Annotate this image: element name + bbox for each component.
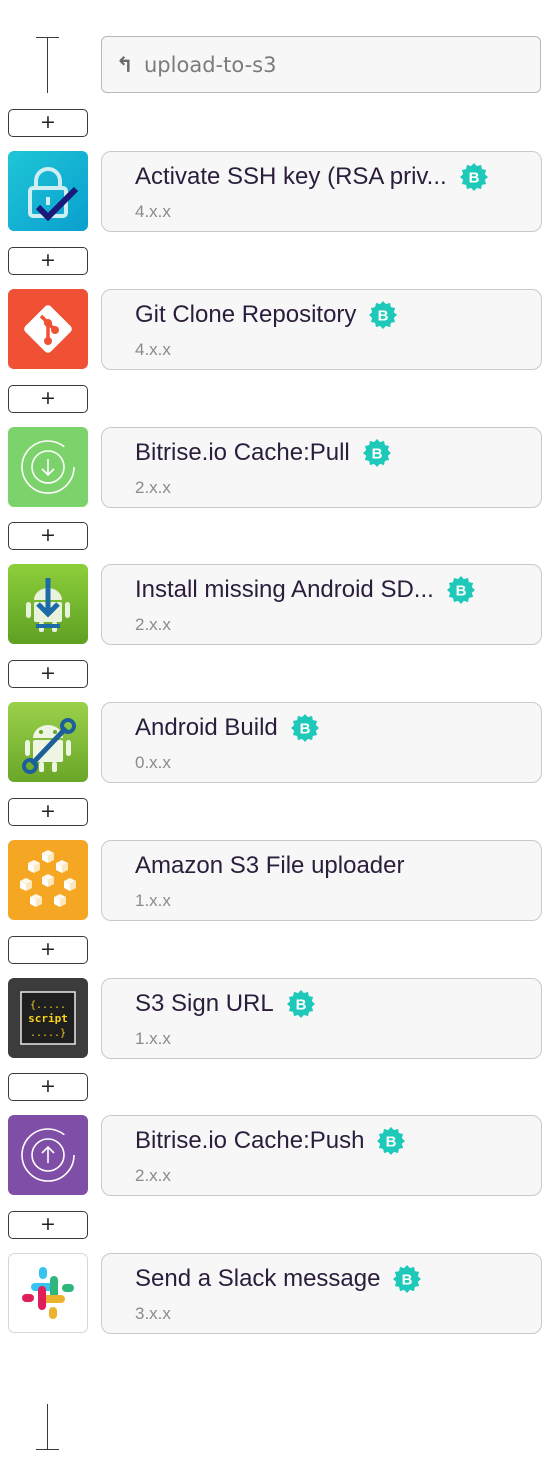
- step-title: Install missing Android SD...: [135, 576, 434, 603]
- workflow-name-field[interactable]: ↰ upload-to-s3: [101, 36, 541, 93]
- add-step-button[interactable]: +: [8, 798, 88, 826]
- badge-letter: B: [455, 583, 466, 600]
- step-card[interactable]: Git Clone Repository 4.x.x B: [101, 289, 542, 370]
- aws-s3-icon[interactable]: [8, 840, 88, 920]
- step-title: Activate SSH key (RSA priv...: [135, 163, 447, 190]
- svg-text:script: script: [28, 1012, 68, 1025]
- add-step-button[interactable]: +: [8, 247, 88, 275]
- step-version: 0.x.x: [135, 753, 171, 772]
- step-card[interactable]: Activate SSH key (RSA priv... 4.x.x B: [101, 151, 542, 232]
- step-title: Bitrise.io Cache:Push: [135, 1127, 365, 1154]
- badge-letter: B: [386, 1134, 397, 1151]
- step-version: 3.x.x: [135, 1304, 171, 1323]
- step-card[interactable]: Bitrise.io Cache:Pull 2.x.x B: [101, 427, 542, 508]
- step-version: 4.x.x: [135, 340, 171, 359]
- workflow-trigger-icon: ↰: [116, 52, 134, 77]
- verified-badge-icon: B: [362, 438, 392, 468]
- step-version: 2.x.x: [135, 615, 171, 634]
- slack-icon[interactable]: [8, 1253, 88, 1333]
- step-title: Amazon S3 File uploader: [135, 852, 405, 879]
- add-step-button[interactable]: +: [8, 936, 88, 964]
- step-version: 2.x.x: [135, 1166, 171, 1185]
- step-title: Send a Slack message: [135, 1265, 381, 1292]
- add-step-button[interactable]: +: [8, 109, 88, 137]
- verified-badge-icon: B: [286, 989, 316, 1019]
- add-step-button[interactable]: +: [8, 385, 88, 413]
- step-title: S3 Sign URL: [135, 990, 274, 1017]
- workflow-bottom-connector: [36, 1404, 59, 1450]
- step-card[interactable]: Amazon S3 File uploader 1.x.x: [101, 840, 542, 921]
- verified-badge-icon: B: [368, 300, 398, 330]
- add-step-button[interactable]: +: [8, 522, 88, 550]
- step-version: 2.x.x: [135, 478, 171, 497]
- step-title: Git Clone Repository: [135, 301, 357, 328]
- git-icon[interactable]: [8, 289, 88, 369]
- verified-badge-icon: B: [459, 162, 489, 192]
- add-step-button[interactable]: +: [8, 660, 88, 688]
- badge-letter: B: [402, 1272, 413, 1289]
- lock-check-icon[interactable]: [8, 151, 88, 231]
- add-step-button[interactable]: +: [8, 1211, 88, 1239]
- step-card[interactable]: S3 Sign URL 1.x.x B: [101, 978, 542, 1059]
- badge-letter: B: [378, 308, 389, 325]
- svg-text:{.....: {.....: [30, 1000, 66, 1011]
- workflow-top-connector: [36, 37, 59, 93]
- step-card[interactable]: Bitrise.io Cache:Push 2.x.x B: [101, 1115, 542, 1196]
- step-title: Bitrise.io Cache:Pull: [135, 439, 350, 466]
- badge-letter: B: [468, 170, 479, 187]
- badge-letter: B: [299, 721, 310, 738]
- badge-letter: B: [371, 446, 382, 463]
- svg-text:.....}: .....}: [30, 1028, 66, 1039]
- workflow-name: upload-to-s3: [144, 52, 277, 77]
- step-card[interactable]: Install missing Android SD... 2.x.x B: [101, 564, 542, 645]
- verified-badge-icon: B: [290, 713, 320, 743]
- cache-push-icon[interactable]: [8, 1115, 88, 1195]
- android-download-icon[interactable]: [8, 564, 88, 644]
- add-step-button[interactable]: +: [8, 1073, 88, 1101]
- verified-badge-icon: B: [392, 1264, 422, 1294]
- step-card[interactable]: Send a Slack message 3.x.x B: [101, 1253, 542, 1334]
- step-version: 4.x.x: [135, 202, 171, 221]
- badge-letter: B: [295, 997, 306, 1014]
- step-version: 1.x.x: [135, 1029, 171, 1048]
- verified-badge-icon: B: [376, 1126, 406, 1156]
- step-title: Android Build: [135, 714, 278, 741]
- step-card[interactable]: Android Build 0.x.x B: [101, 702, 542, 783]
- step-version: 1.x.x: [135, 891, 171, 910]
- cache-pull-icon[interactable]: [8, 427, 88, 507]
- verified-badge-icon: B: [446, 575, 476, 605]
- script-icon[interactable]: {..... script .....}: [8, 978, 88, 1058]
- android-wrench-icon[interactable]: [8, 702, 88, 782]
